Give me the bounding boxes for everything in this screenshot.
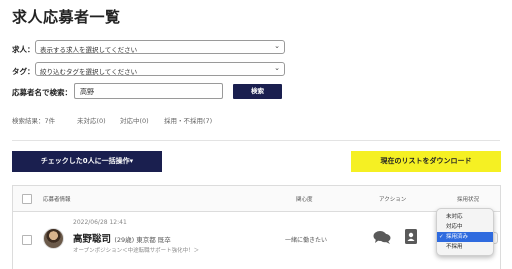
tab-unhandled[interactable]: 未対応(0) <box>77 115 106 125</box>
status-option-rejected[interactable]: 不採用 <box>437 242 493 252</box>
job-filter-label: 求人： <box>12 45 35 54</box>
chevron-down-icon: ⌄ <box>274 42 280 50</box>
chat-bubbles-icon[interactable] <box>373 230 391 244</box>
table-header: 応募者情報 関心度 アクション 採用状況 <box>13 186 500 212</box>
search-input[interactable]: 高野 <box>74 83 223 99</box>
header-interest: 関心度 <box>296 197 313 203</box>
check-icon: ✓ <box>439 234 444 240</box>
chevron-down-icon: ⌄ <box>274 64 280 72</box>
divider <box>12 140 500 141</box>
page-title: 求人応募者一覧 <box>12 8 121 26</box>
bulk-action-button[interactable]: チェックした0人に一括操作▾ <box>12 151 162 172</box>
header-status: 採用状況 <box>457 197 480 203</box>
job-select-value: 表示する求人を選択してください <box>40 46 138 54</box>
status-dropdown[interactable]: 未対応 対応中 ✓ 採用済み 不採用 <box>436 208 494 256</box>
applicant-name[interactable]: 高野聡司 <box>73 234 111 245</box>
profile-card-icon[interactable] <box>405 229 417 244</box>
search-label: 応募者名で検索： <box>12 88 72 97</box>
applied-position: オープンポジション＜中途転職サポート強化中！＞ <box>73 248 200 254</box>
tab-search-results: 検索結果：7件 <box>12 117 56 125</box>
tag-select[interactable]: 絞り込むタグを選択してください ⌄ <box>35 62 285 76</box>
header-action: アクション <box>379 197 407 203</box>
search-button[interactable]: 検索 <box>233 84 282 99</box>
select-all-checkbox[interactable] <box>22 194 32 204</box>
tag-select-value: 絞り込むタグを選択してください <box>40 68 138 76</box>
job-select[interactable]: 表示する求人を選択してください ⌄ <box>35 40 285 54</box>
tab-hired-rejected[interactable]: 採用・不採用(7) <box>164 115 212 125</box>
row-checkbox[interactable] <box>22 235 32 245</box>
applicant-name-line: 高野聡司 (29歳) 東京都 既卒 <box>73 231 171 245</box>
table-row: 2022/06/28 12:41 高野聡司 (29歳) 東京都 既卒 オープンポ… <box>13 213 500 269</box>
status-option-in-progress[interactable]: 対応中 <box>437 222 493 232</box>
tab-in-progress[interactable]: 対応中(0) <box>120 115 149 125</box>
status-option-unhandled[interactable]: 未対応 <box>437 212 493 222</box>
applicant-meta: (29歳) 東京都 既卒 <box>114 236 171 244</box>
status-option-hired[interactable]: ✓ 採用済み <box>437 232 493 242</box>
avatar[interactable] <box>43 228 64 249</box>
download-list-button[interactable]: 現在のリストをダウンロード <box>351 151 501 172</box>
header-applicant: 応募者情報 <box>43 197 71 203</box>
tag-filter-label: タグ： <box>12 67 35 76</box>
applicant-table: 応募者情報 関心度 アクション 採用状況 2022/06/28 12:41 高野… <box>12 185 501 269</box>
applied-date: 2022/06/28 12:41 <box>73 219 127 226</box>
interest-level: 一緒に働きたい <box>285 237 328 244</box>
